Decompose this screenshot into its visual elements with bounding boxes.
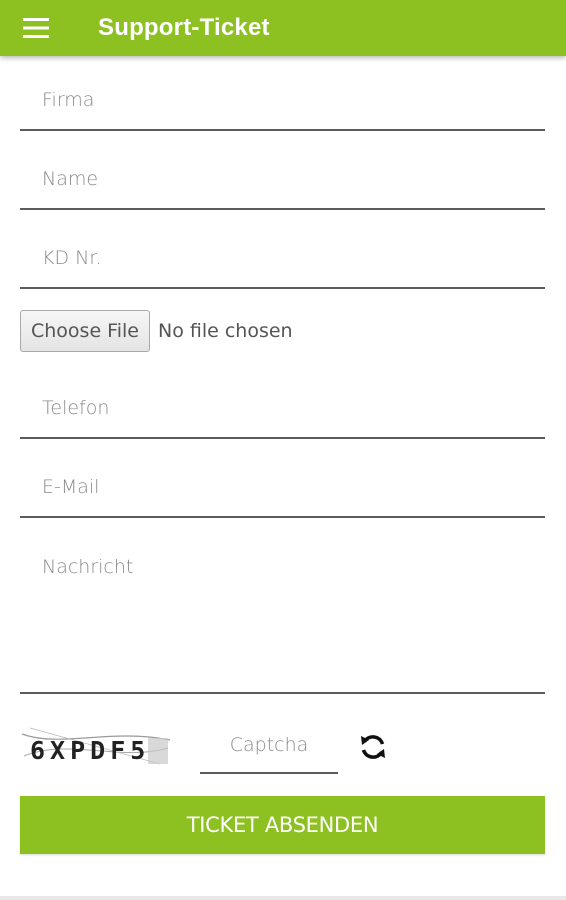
firma-input[interactable]	[20, 70, 545, 131]
menu-button[interactable]	[14, 10, 58, 46]
app-bar: Support-Ticket	[0, 0, 566, 56]
email-input[interactable]	[20, 457, 545, 518]
captcha-text: 6XPDF5	[30, 736, 150, 765]
refresh-icon	[361, 735, 385, 759]
telefon-input[interactable]	[20, 378, 545, 439]
bottom-divider	[0, 896, 566, 900]
captcha-image: 6XPDF5	[20, 726, 172, 766]
nachricht-textarea[interactable]	[20, 536, 545, 694]
refresh-captcha-button[interactable]	[356, 730, 390, 764]
choose-file-button[interactable]: Choose File	[20, 310, 150, 352]
file-status-label: No file chosen	[157, 320, 293, 342]
captcha-row: 6XPDF5	[20, 718, 545, 778]
hamburger-menu-icon	[23, 18, 49, 38]
name-input[interactable]	[20, 149, 545, 210]
page-title: Support-Ticket	[98, 14, 270, 41]
submit-ticket-button[interactable]: TICKET ABSENDEN	[20, 796, 545, 854]
file-upload: Choose File No file chosen	[20, 310, 293, 352]
customer-number-input[interactable]	[20, 228, 545, 289]
captcha-input[interactable]	[200, 718, 338, 774]
